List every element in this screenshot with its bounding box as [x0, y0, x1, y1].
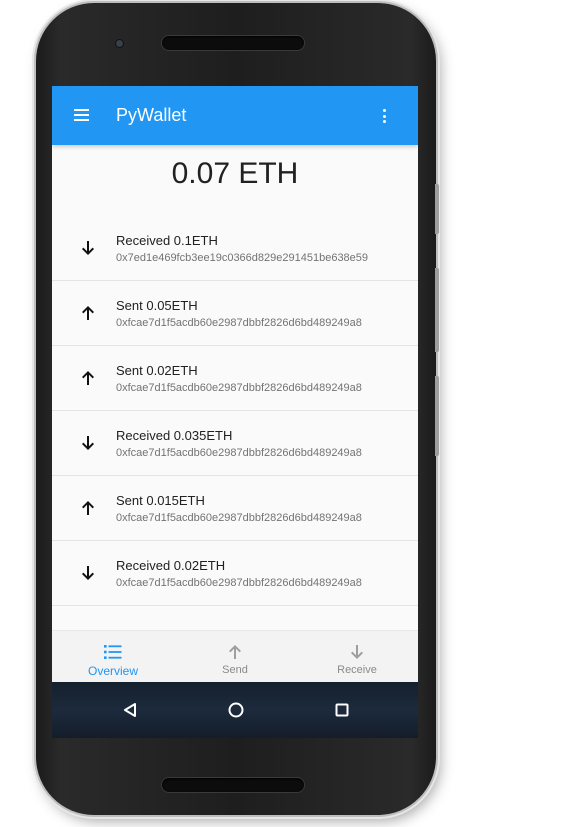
transaction-row[interactable]: Received 0.02ETH 0xfcae7d1f5acdb60e2987db…: [52, 541, 418, 606]
transaction-title: Sent 0.015ETH: [116, 493, 205, 508]
home-circle-icon: [228, 702, 244, 718]
arrow-down-icon: [82, 241, 94, 255]
arrow-up-icon: [229, 645, 241, 659]
transaction-row[interactable]: Sent 0.02ETH 0xfcae7d1f5acdb60e2987dbbf28…: [52, 346, 418, 411]
top-speaker: [162, 36, 304, 50]
system-home-button[interactable]: [216, 682, 256, 738]
arrow-up-icon: [82, 371, 94, 385]
transaction-title: Sent 0.02ETH: [116, 363, 198, 378]
system-recents-button[interactable]: [322, 682, 362, 738]
transaction-hash: 0xfcae7d1f5acdb60e2987dbbf2826d6bd489249…: [116, 317, 362, 329]
arrow-down-icon: [82, 436, 94, 450]
transaction-row[interactable]: Sent 0.05ETH 0xfcae7d1f5acdb60e2987dbbf28…: [52, 281, 418, 346]
nav-overview[interactable]: Overview: [52, 631, 174, 683]
transaction-hash: 0xfcae7d1f5acdb60e2987dbbf2826d6bd489249…: [116, 447, 362, 459]
arrow-down-icon: [351, 645, 363, 659]
bottom-navigation: Overview Send Receive: [52, 630, 418, 683]
transaction-hash: 0xfcae7d1f5acdb60e2987dbbf2826d6bd489249…: [116, 512, 362, 524]
transaction-list: Received 0.1ETH 0x7ed1e469fcb3ee19c0366d8…: [52, 216, 418, 606]
arrow-up-icon: [82, 501, 94, 515]
transaction-title: Received 0.1ETH: [116, 233, 218, 248]
arrow-down-icon: [82, 566, 94, 580]
volume-rocker: [435, 268, 439, 352]
hamburger-menu-icon[interactable]: [72, 106, 94, 124]
transaction-hash: 0xfcae7d1f5acdb60e2987dbbf2826d6bd489249…: [116, 577, 362, 589]
transaction-title: Sent 0.05ETH: [116, 298, 198, 313]
transaction-row[interactable]: Sent 0.015ETH 0xfcae7d1f5acdb60e2987dbbf2…: [52, 476, 418, 541]
transaction-hash: 0x7ed1e469fcb3ee19c0366d829e291451be638e…: [116, 252, 369, 264]
transaction-title: Received 0.02ETH: [116, 558, 226, 573]
transaction-hash: 0xfcae7d1f5acdb60e2987dbbf2826d6bd489249…: [116, 382, 362, 394]
arrow-up-icon: [82, 306, 94, 320]
volume-rocker-lower: [435, 376, 439, 456]
front-camera: [116, 40, 123, 47]
more-vert-icon[interactable]: [376, 106, 394, 126]
balance-amount: 0.07 ETH: [171, 157, 299, 190]
app-bar: PyWallet: [52, 86, 418, 145]
list-icon: [104, 645, 122, 659]
power-button: [435, 184, 439, 234]
transaction-title: Received 0.035ETH: [116, 428, 233, 443]
phone-frame: PyWallet 0.07 ETH Received 0.1ETH 0x7ed1e…: [36, 3, 436, 815]
app-title: PyWallet: [116, 105, 187, 125]
transaction-row[interactable]: Received 0.1ETH 0x7ed1e469fcb3ee19c0366d8…: [52, 216, 418, 281]
nav-send[interactable]: Send: [174, 631, 296, 683]
nav-send-label: Send: [222, 664, 248, 676]
nav-overview-label: Overview: [87, 664, 138, 678]
transaction-row[interactable]: Received 0.035ETH 0xfcae7d1f5acdb60e2987d…: [52, 411, 418, 476]
nav-receive[interactable]: Receive: [296, 631, 418, 683]
nav-receive-label: Receive: [337, 664, 377, 676]
bottom-speaker: [162, 778, 304, 792]
system-navigation-bar: [52, 682, 418, 738]
system-back-button[interactable]: [110, 682, 150, 738]
recents-square-icon: [335, 703, 349, 717]
app-screen: PyWallet 0.07 ETH Received 0.1ETH 0x7ed1e…: [52, 86, 418, 738]
back-triangle-icon: [124, 703, 136, 717]
